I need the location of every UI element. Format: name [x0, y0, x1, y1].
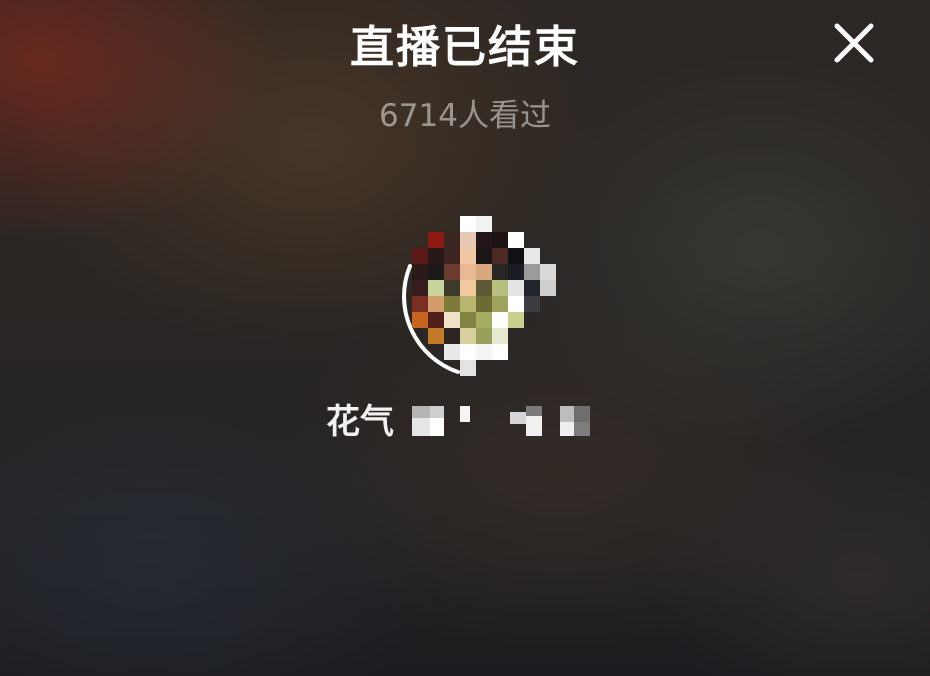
streamer-name: 花气: [326, 398, 616, 444]
viewer-count: 6714人看过: [379, 98, 551, 134]
streamer-name-label: 花气: [326, 402, 394, 442]
streamer-name-mosaic: [412, 406, 590, 436]
page-title: 直播已结束: [350, 22, 580, 73]
close-icon: [834, 23, 874, 63]
live-ended-screen: 直播已结束 6714人看过 花气: [0, 0, 930, 676]
close-button[interactable]: [832, 21, 876, 65]
streamer-avatar[interactable]: [388, 216, 556, 380]
avatar-image: [412, 216, 556, 376]
